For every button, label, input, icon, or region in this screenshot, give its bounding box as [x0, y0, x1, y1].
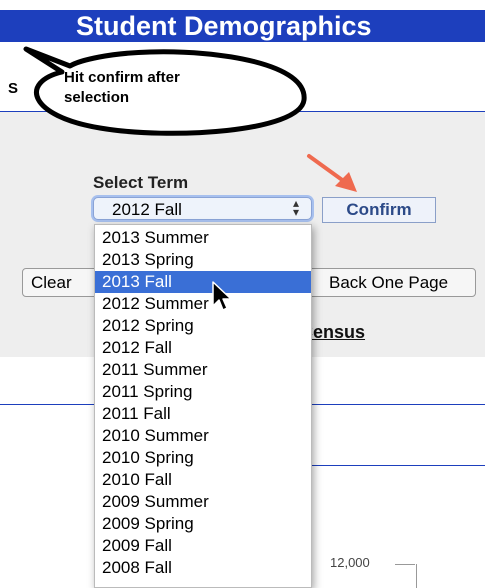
dropdown-option[interactable]: 2012 Summer [95, 293, 311, 315]
divider-lower [310, 465, 485, 466]
callout-line-2: selection [64, 89, 130, 106]
callout-text: Hit confirm after selection [64, 68, 180, 108]
dropdown-option[interactable]: 2010 Summer [95, 425, 311, 447]
dropdown-option[interactable]: 2008 Fall [95, 557, 311, 579]
dropdown-option[interactable]: 2012 Spring [95, 315, 311, 337]
callout-line-1: Hit confirm after [64, 69, 180, 86]
dropdown-option[interactable]: 2010 Spring [95, 447, 311, 469]
pointer-cursor-icon [212, 281, 232, 311]
dropdown-option[interactable]: 2011 Spring [95, 381, 311, 403]
dropdown-option[interactable]: 2011 Fall [95, 403, 311, 425]
confirm-button[interactable]: Confirm [322, 197, 436, 223]
term-select-value: 2012 Fall [112, 200, 182, 219]
select-term-label: Select Term [93, 173, 189, 192]
back-one-page-button[interactable]: Back One Page [296, 268, 476, 297]
dropdown-option[interactable]: 2011 Summer [95, 359, 311, 381]
annotation-arrow-icon [307, 154, 357, 192]
dropdown-option[interactable]: 2012 Fall [95, 337, 311, 359]
chart-y-tick-mark [395, 564, 415, 565]
term-dropdown-list[interactable]: 2013 Summer 2013 Spring 2013 Fall 2012 S… [94, 224, 312, 588]
chart-y-tick-label: 12,000 [330, 555, 370, 570]
term-select[interactable]: 2012 Fall ▴ ▾ [93, 197, 312, 220]
dropdown-option[interactable]: 2009 Fall [95, 535, 311, 557]
chart-y-axis [416, 564, 417, 588]
dropdown-option-highlighted[interactable]: 2013 Fall [95, 271, 311, 293]
dropdown-option[interactable]: 2009 Summer [95, 491, 311, 513]
dropdown-option[interactable]: 2013 Spring [95, 249, 311, 271]
dropdown-option[interactable]: 2009 Spring [95, 513, 311, 535]
dropdown-option[interactable]: 2010 Fall [95, 469, 311, 491]
select-arrows-icon: ▴ ▾ [292, 196, 299, 219]
dropdown-option[interactable]: 2013 Summer [95, 227, 311, 249]
